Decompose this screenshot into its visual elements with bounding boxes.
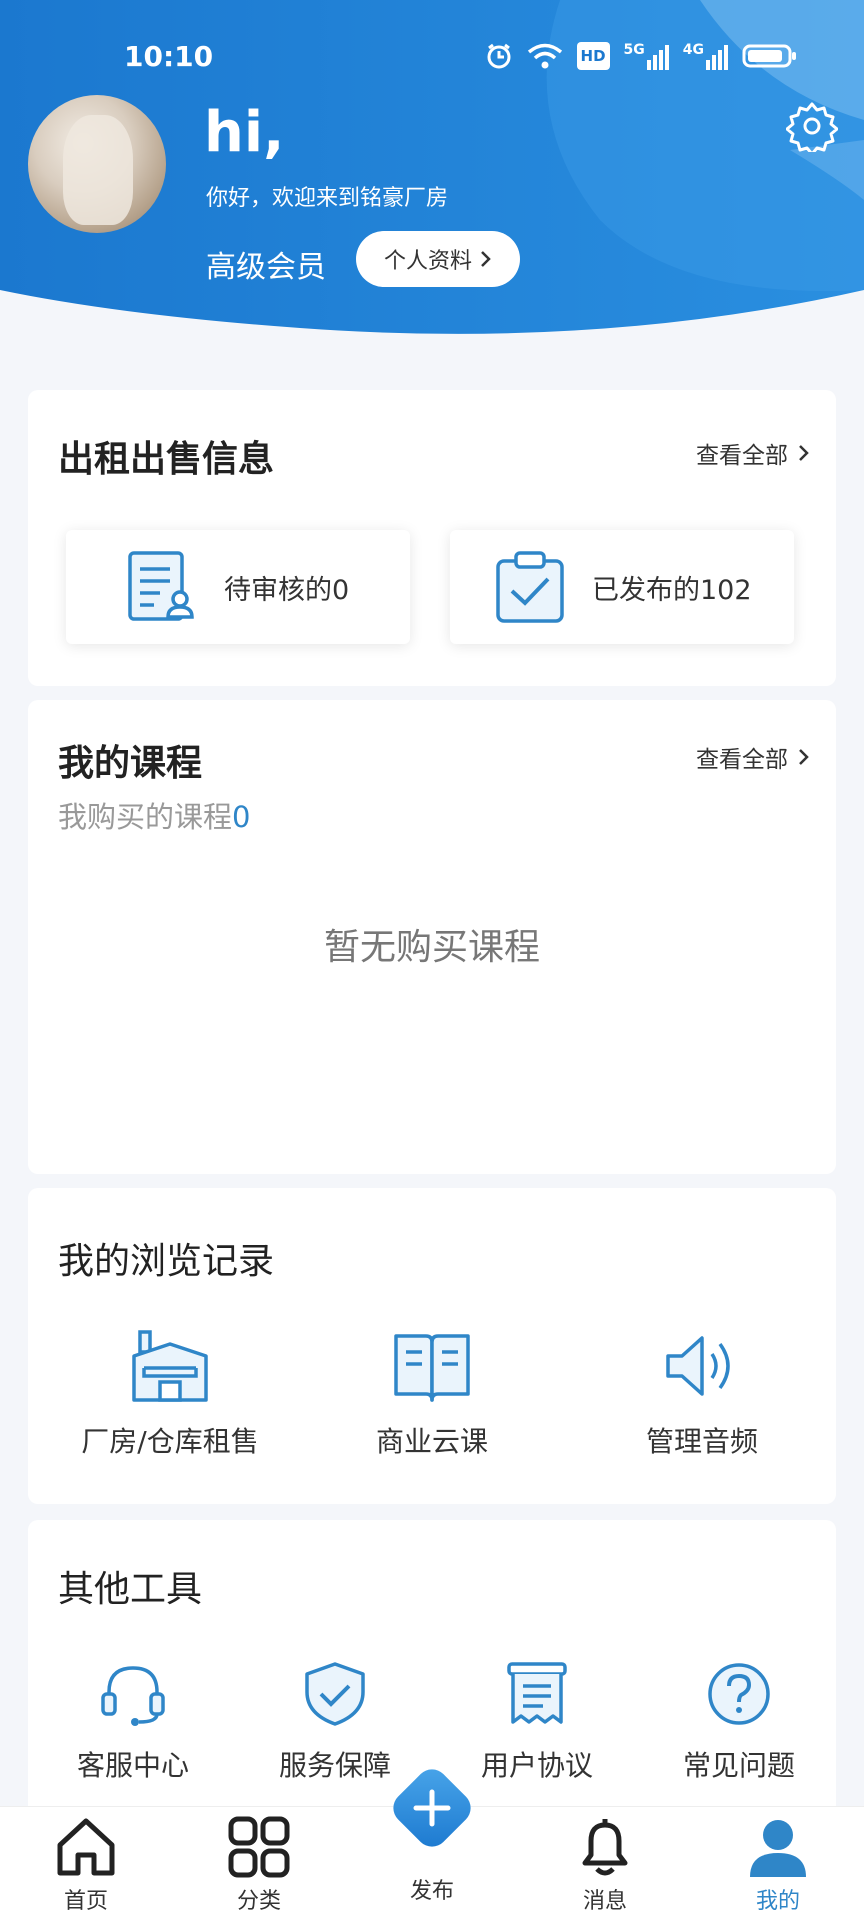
nav-category[interactable]: 分类: [199, 1815, 319, 1915]
chevron-right-icon: [799, 445, 809, 461]
rent-sale-title: 出租出售信息: [58, 439, 275, 480]
profile-button[interactable]: 个人资料: [356, 231, 520, 287]
history-item-courses[interactable]: 商业云课: [332, 1328, 532, 1460]
member-level: 高级会员: [206, 250, 326, 285]
hd-icon: HD: [576, 42, 610, 70]
shield-check-icon: [305, 1662, 365, 1726]
tool-label: 用户协议: [480, 1749, 593, 1782]
purchased-count: 0: [232, 800, 251, 834]
history-item-audio[interactable]: 管理音频: [602, 1328, 802, 1460]
greeting: hi,: [204, 100, 285, 165]
speaker-icon: [666, 1336, 730, 1396]
gear-icon[interactable]: [786, 100, 838, 152]
published-box[interactable]: 已发布的102: [450, 530, 794, 644]
nav-label: 发布: [409, 1879, 454, 1904]
rent-sale-card: 出租出售信息 查看全部 待审核的0 已发布的102: [28, 390, 836, 686]
nav-label: 首页: [63, 1889, 108, 1914]
nav-label: 我的: [755, 1889, 800, 1914]
history-card: 我的浏览记录 厂房/仓库租售 商业云课 管理音频: [28, 1188, 836, 1504]
tool-faq[interactable]: 常见问题: [654, 1660, 824, 1784]
pending-review-label: 待审核的0: [224, 574, 350, 606]
chevron-right-icon: [481, 251, 491, 267]
profile-header: 10:10 HD 5G 4G hi, 你好，欢迎来到铭豪厂房 高级会员 个人资料: [0, 0, 864, 340]
book-icon: [394, 1334, 470, 1402]
history-item-factory[interactable]: 厂房/仓库租售: [70, 1328, 270, 1460]
tool-label: 客服中心: [76, 1749, 189, 1782]
rent-sale-view-all[interactable]: 查看全部: [696, 436, 810, 470]
clipboard-check-icon: [496, 551, 564, 623]
history-item-label: 管理音频: [645, 1425, 758, 1458]
nav-mine[interactable]: 我的: [718, 1815, 838, 1915]
profile-button-label: 个人资料: [383, 249, 472, 274]
publish-button[interactable]: [384, 1760, 480, 1856]
history-item-label: 商业云课: [375, 1425, 488, 1458]
history-item-label: 厂房/仓库租售: [81, 1425, 259, 1458]
avatar[interactable]: [28, 95, 166, 233]
courses-view-all[interactable]: 查看全部: [696, 740, 810, 774]
status-time: 10:10: [124, 40, 214, 73]
published-label: 已发布的102: [592, 574, 752, 606]
nav-label: 分类: [236, 1889, 281, 1914]
pending-review-box[interactable]: 待审核的0: [66, 530, 410, 644]
signal-4g-icon: 4G: [683, 42, 728, 70]
nav-messages[interactable]: 消息: [545, 1815, 665, 1915]
wifi-icon: [527, 43, 562, 69]
courses-title: 我的课程: [58, 743, 203, 784]
nav-publish-label-wrap[interactable]: 发布: [372, 1869, 492, 1905]
factory-icon: [132, 1330, 208, 1402]
welcome-text: 你好，欢迎来到铭豪厂房: [206, 186, 449, 211]
nav-home[interactable]: 首页: [26, 1815, 146, 1915]
question-icon: [708, 1663, 770, 1725]
purchased-courses: 我购买的课程0: [58, 800, 251, 834]
review-document-icon: [128, 551, 194, 621]
courses-card: 我的课程 查看全部 我购买的课程0 暂无购买课程: [28, 700, 836, 1174]
chevron-right-icon: [799, 749, 809, 765]
grid-icon: [228, 1816, 290, 1878]
tools-title: 其他工具: [58, 1569, 203, 1610]
user-icon: [750, 1820, 806, 1877]
nav-label: 消息: [582, 1889, 627, 1914]
home-icon: [57, 1818, 115, 1876]
alarm-icon: [487, 43, 511, 69]
tool-label: 服务保障: [278, 1749, 391, 1782]
headset-icon: [101, 1666, 165, 1726]
history-title: 我的浏览记录: [58, 1241, 275, 1282]
status-bar: 10:10 HD 5G 4G: [0, 40, 864, 80]
empty-courses-text: 暂无购买课程: [323, 927, 540, 968]
signal-5g-icon: 5G: [624, 42, 669, 70]
battery-icon: [742, 44, 796, 68]
tool-label: 常见问题: [682, 1749, 795, 1782]
document-icon: [507, 1662, 567, 1724]
bell-icon: [582, 1819, 628, 1876]
tool-customer-service[interactable]: 客服中心: [48, 1660, 218, 1784]
